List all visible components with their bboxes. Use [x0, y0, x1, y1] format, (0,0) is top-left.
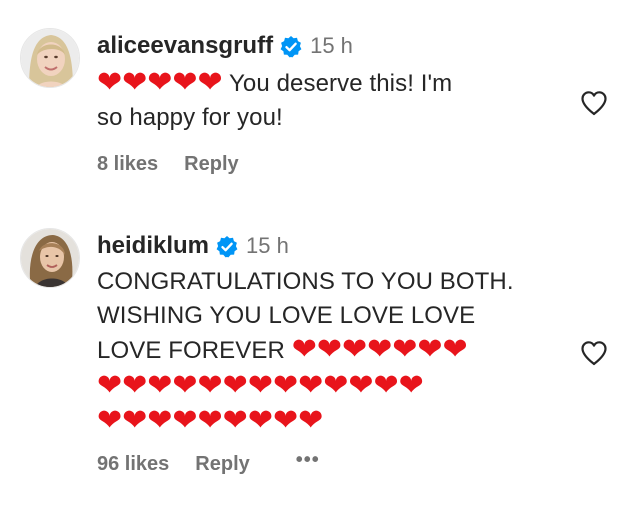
comment-actions: 8 likes Reply [97, 153, 567, 176]
reply-button[interactable]: Reply [184, 153, 238, 176]
heart-outline-icon[interactable] [579, 88, 609, 118]
verified-badge-icon [215, 235, 239, 259]
comment-text-line: LOVE FOREVER [97, 337, 292, 364]
likes-count[interactable]: 96 likes [97, 453, 169, 476]
verified-badge-icon [279, 35, 303, 59]
heart-emoji-icon: ❤❤❤❤❤❤❤ [291, 332, 468, 367]
timestamp: 15 h [246, 233, 289, 258]
avatar-image [21, 29, 79, 87]
username[interactable]: heidiklum [97, 232, 209, 260]
heart-emoji-icon: ❤❤❤❤❤❤❤❤❤❤❤❤❤ [97, 367, 424, 403]
heart-emoji-icon: ❤❤❤❤❤❤❤❤❤ [97, 403, 324, 438]
comment-text-line: WISHING YOU LOVE LOVE LOVE [97, 301, 476, 329]
comment-text-line: CONGRATULATIONS TO YOU BOTH. [97, 268, 514, 295]
timestamp: 15 h [310, 33, 353, 58]
comment-text-line: You deserve this! I'm [222, 70, 453, 97]
comment-actions: 96 likes Reply ••• [97, 449, 567, 476]
heart-emoji-icon: ❤❤❤❤❤ [97, 65, 223, 100]
username[interactable]: aliceevansgruff [97, 32, 273, 60]
more-options-icon[interactable]: ••• [296, 449, 320, 472]
comment-header: heidiklum 15 h [97, 226, 567, 266]
comment-text: ❤❤❤❤❤ You deserve this! I'm so happy for… [97, 65, 567, 135]
avatar[interactable] [20, 228, 80, 288]
avatar-image [21, 229, 79, 287]
comment-body: aliceevansgruff 15 h ❤❤❤❤❤ You deserve t… [97, 26, 567, 176]
comment-text-line: so happy for you! [97, 104, 283, 131]
comment-header: aliceevansgruff 15 h [97, 26, 567, 66]
comment-body: heidiklum 15 h CONGRATULATIONS TO YOU BO… [97, 226, 567, 476]
likes-count[interactable]: 8 likes [97, 153, 158, 176]
comment-text: CONGRATULATIONS TO YOU BOTH. WISHING YOU… [97, 265, 567, 439]
heart-outline-icon[interactable] [579, 338, 609, 368]
avatar[interactable] [20, 28, 80, 88]
reply-button[interactable]: Reply [195, 453, 249, 476]
